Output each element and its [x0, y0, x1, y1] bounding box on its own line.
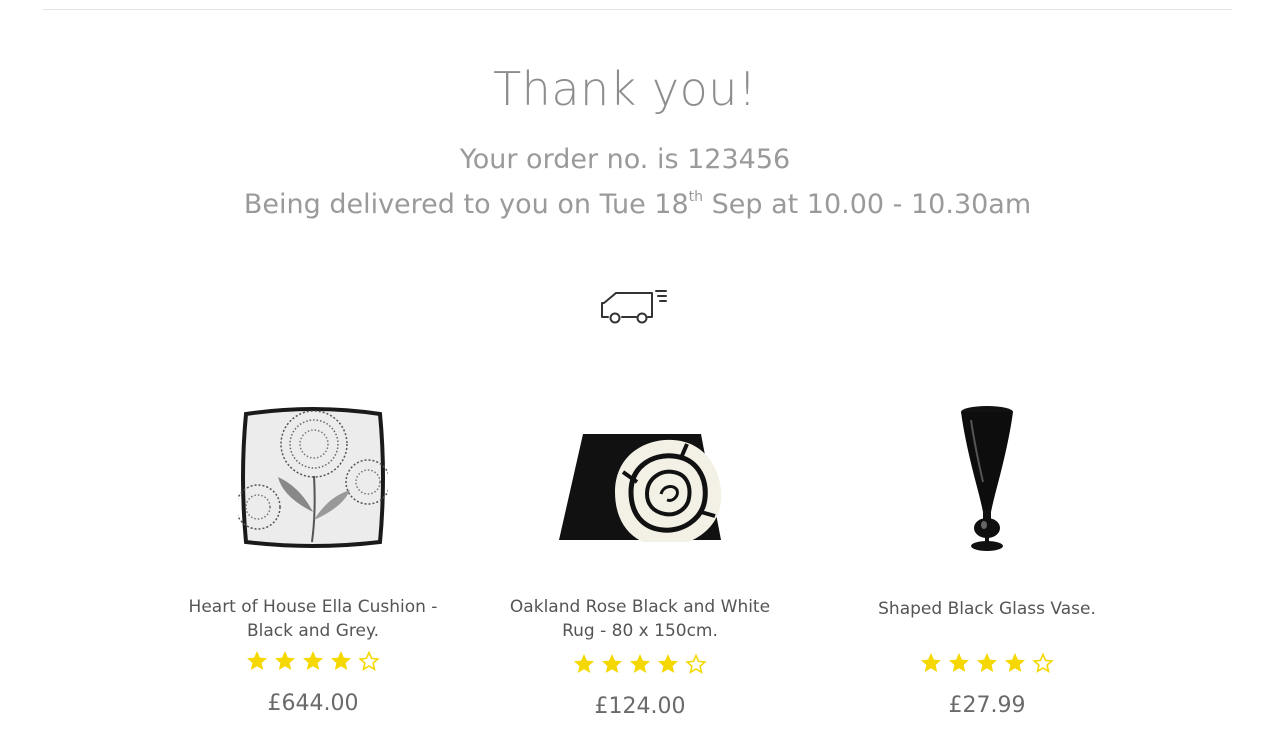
star-filled-icon — [602, 654, 622, 673]
product-name[interactable]: Oakland Rose Black and White Rug - 80 x … — [500, 595, 780, 649]
star-filled-icon — [977, 653, 997, 672]
product-price: £27.99 — [948, 693, 1026, 718]
star-filled-icon — [630, 654, 650, 673]
product-price: £124.00 — [594, 694, 686, 719]
cushion-image[interactable] — [173, 392, 453, 562]
star-empty-icon — [1032, 652, 1054, 673]
product-card[interactable]: Shaped Black Glass Vase. £27.99 — [847, 392, 1127, 718]
star-filled-icon — [658, 654, 678, 673]
delivery-info-text: Being delivered to you on Tue 18th Sep a… — [0, 189, 1275, 220]
star-filled-icon — [303, 651, 323, 670]
product-card[interactable]: Heart of House Ella Cushion - Black and … — [173, 392, 453, 716]
delivery-date-suffix: th — [688, 189, 704, 205]
product-price: £644.00 — [267, 691, 359, 716]
rug-image[interactable] — [500, 392, 780, 562]
star-filled-icon — [949, 653, 969, 672]
star-filled-icon — [331, 651, 351, 670]
delivery-date-text: Being delivered to you on Tue 18 — [243, 189, 689, 220]
star-filled-icon — [1005, 653, 1025, 672]
star-filled-icon — [247, 651, 267, 670]
product-name[interactable]: Heart of House Ella Cushion - Black and … — [173, 595, 453, 649]
product-rating — [500, 652, 780, 676]
product-name[interactable]: Shaped Black Glass Vase. — [847, 597, 1127, 651]
order-number-text: Your order no. is 123456 — [459, 144, 791, 175]
delivery-truck-icon — [601, 290, 667, 324]
star-filled-icon — [921, 653, 941, 672]
top-divider — [43, 9, 1232, 10]
vase-image[interactable] — [847, 392, 1127, 562]
product-card[interactable]: Oakland Rose Black and White Rug - 80 x … — [500, 392, 780, 719]
delivery-time-text: Sep at 10.00 - 10.30am — [703, 189, 1032, 220]
star-filled-icon — [574, 654, 594, 673]
star-empty-icon — [685, 653, 707, 674]
product-rating — [847, 651, 1127, 675]
star-empty-icon — [358, 650, 380, 671]
star-filled-icon — [275, 651, 295, 670]
page-title: Thank you! — [493, 62, 757, 116]
product-rating — [173, 649, 453, 673]
